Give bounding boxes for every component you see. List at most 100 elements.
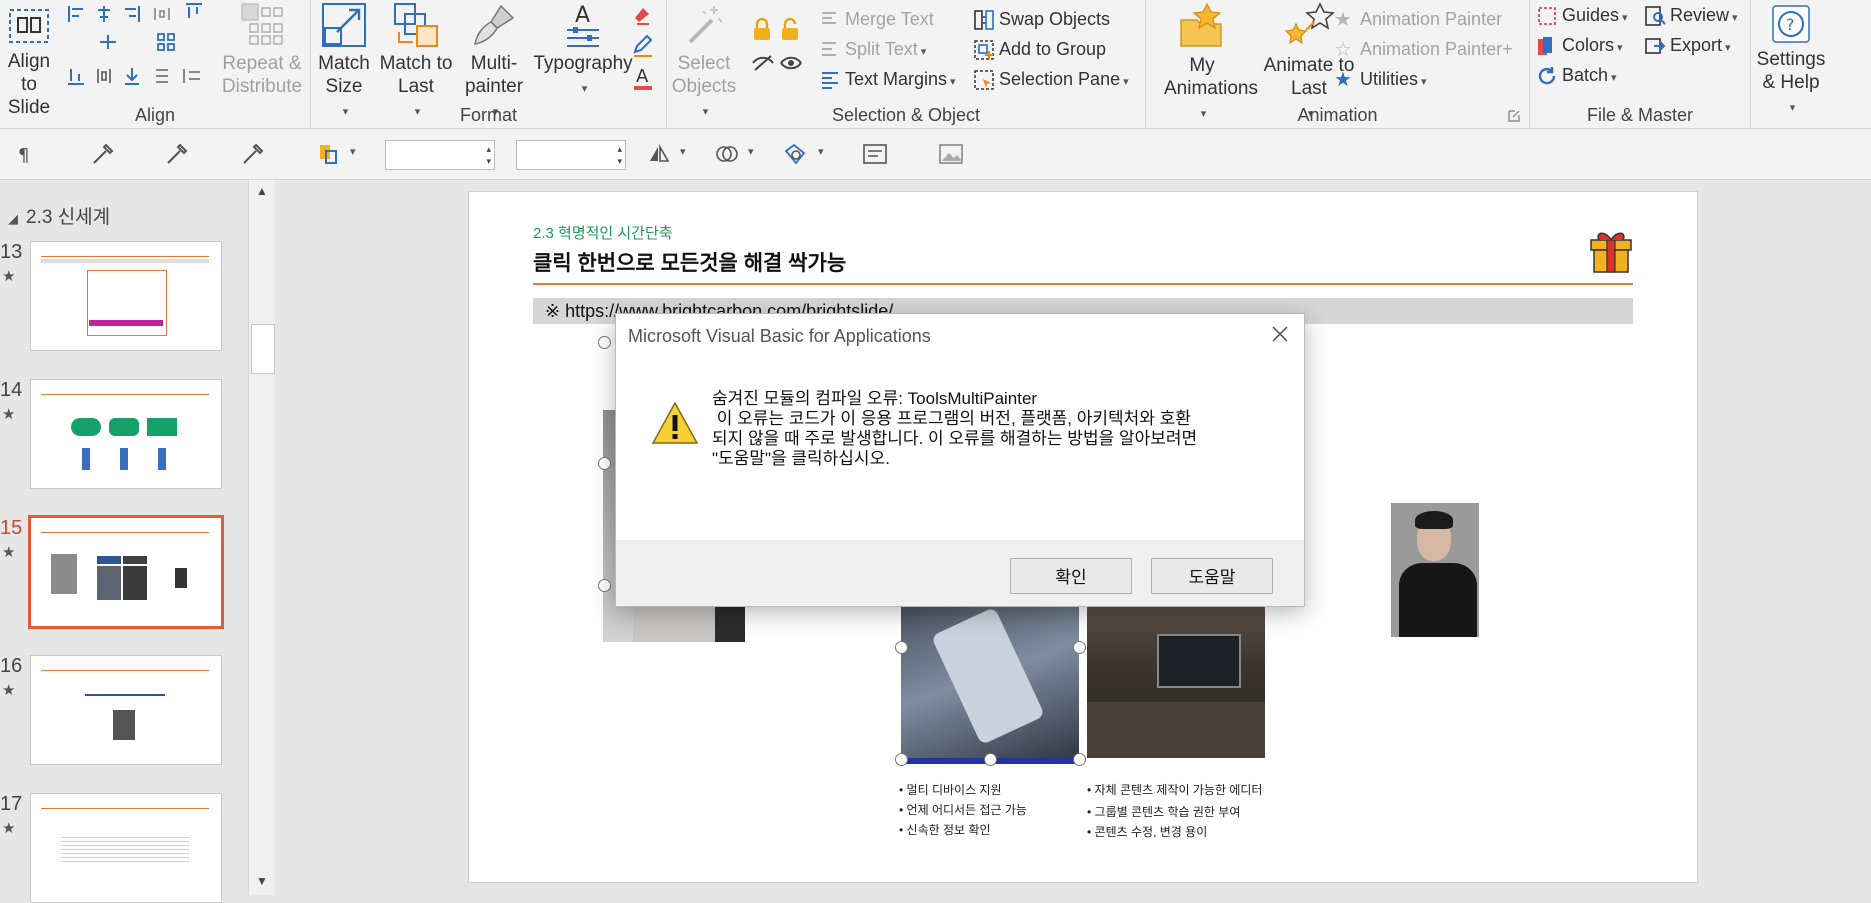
align-right-icon[interactable] (122, 4, 142, 24)
animation-painter-button[interactable]: ★ Animation Painter (1334, 6, 1502, 32)
typography-button[interactable]: A Typography ▾ (531, 2, 635, 101)
flip-caret[interactable]: ▾ (680, 145, 686, 158)
settings-help-button[interactable]: ? Settings & Help ▾ (1752, 4, 1830, 120)
bullet-list-left[interactable]: • 멀티 디바이스 지원 • 언제 어디서든 접근 가능 • 신속한 정보 확인 (899, 780, 1089, 840)
format-copy-icon[interactable] (316, 141, 342, 167)
eyedropper-icon-1[interactable] (90, 141, 116, 167)
resize-handle[interactable] (598, 579, 611, 592)
merge-text-button[interactable]: Merge Text (819, 6, 934, 32)
scroll-down-arrow[interactable]: ▼ (256, 874, 268, 888)
flip-icon[interactable] (646, 141, 672, 167)
slide-thumbnail-16[interactable]: 16 ★ (0, 655, 240, 765)
align-left-icon[interactable] (66, 4, 86, 24)
animation-painter-plus-button[interactable]: ☆ Animation Painter+ (1334, 36, 1513, 62)
ok-button[interactable]: 확인 (1010, 558, 1132, 594)
eyedropper-icon-3[interactable] (240, 141, 266, 167)
vba-error-dialog[interactable]: Microsoft Visual Basic for Applications … (615, 313, 1305, 607)
edit-pencil-icon[interactable] (631, 34, 655, 58)
resize-handle[interactable] (984, 753, 997, 766)
section-header[interactable]: ◢ 2.3 신세계 (8, 202, 110, 229)
grid-align-icon[interactable] (156, 32, 176, 52)
width-spinner[interactable]: ▴ ▾ (385, 140, 495, 170)
slide-thumbnail-13[interactable]: 13 ★ (0, 241, 240, 351)
stack-down-icon[interactable] (122, 66, 142, 86)
lock-icon[interactable] (751, 18, 773, 42)
slide-thumbnail-17[interactable]: 17 ★ (0, 793, 240, 903)
resize-handle[interactable] (1073, 753, 1086, 766)
export-button[interactable]: Export ▾ (1644, 32, 1731, 58)
bullet-list-right[interactable]: • 자체 콘텐츠 제작이 가능한 에디터 • 그룹별 콘텐츠 학습 권한 부여 … (1087, 780, 1267, 842)
laptop-desk-photo[interactable] (1087, 606, 1265, 758)
add-to-group-button[interactable]: Add to Group (973, 36, 1106, 62)
split-text-button[interactable]: Split Text ▾ (819, 36, 926, 62)
slide-thumbnail-15[interactable]: 15 ★ (0, 515, 240, 629)
eyedropper-icon-2[interactable] (164, 141, 190, 167)
person-photo-right[interactable] (1391, 503, 1479, 637)
batch-icon (1538, 67, 1556, 85)
gift-icon[interactable] (1587, 224, 1635, 274)
repeat-distribute-button[interactable]: Repeat & Distribute (214, 2, 310, 98)
swap-objects-button[interactable]: Swap Objects (973, 6, 1110, 32)
slide-title[interactable]: 클릭 한번으로 모든것을 해결 싹가능 (533, 247, 846, 277)
shape-merge-icon[interactable] (714, 141, 740, 167)
resize-handle[interactable] (598, 336, 611, 349)
width-spinner-up[interactable]: ▴ (486, 144, 491, 154)
typography-icon: A (567, 3, 599, 47)
text-margins-label: Text Margins (845, 69, 948, 89)
height-spinner-down[interactable]: ▾ (617, 156, 622, 166)
utilities-button[interactable]: ★ Utilities ▾ (1334, 66, 1427, 92)
resize-handle[interactable] (895, 641, 908, 654)
height-spinner-up[interactable]: ▴ (617, 144, 622, 154)
stack-icon[interactable] (152, 66, 172, 86)
text-margins-button[interactable]: Text Margins ▾ (819, 66, 956, 92)
section-collapse-icon[interactable]: ◢ (8, 211, 18, 226)
text-box-icon[interactable] (862, 141, 888, 167)
scrollbar-thumb[interactable] (251, 324, 275, 374)
stretch-icon[interactable] (182, 66, 202, 86)
settings-help-caret: ▾ (1789, 102, 1796, 114)
batch-button[interactable]: Batch ▾ (1536, 62, 1617, 88)
bullet-item: • 언제 어디서든 접근 가능 (899, 803, 1027, 817)
resize-handle[interactable] (895, 753, 908, 766)
paragraph-icon[interactable]: ¶ (14, 141, 40, 167)
colors-button[interactable]: Colors ▾ (1536, 32, 1623, 58)
multi-painter-label: Multi-painter (464, 53, 524, 97)
align-center-icon[interactable] (94, 4, 114, 24)
hide-icon[interactable] (751, 54, 775, 72)
scroll-up-arrow[interactable]: ▲ (256, 184, 268, 198)
shape-edit-icon[interactable] (782, 141, 808, 167)
show-icon[interactable] (779, 54, 803, 72)
slides-pane-scrollbar[interactable]: ▲ ▼ (248, 180, 275, 895)
phone-usage-photo[interactable] (901, 606, 1079, 764)
align-bottom-icon[interactable] (66, 66, 86, 86)
help-button[interactable]: 도움말 (1151, 558, 1273, 594)
selection-pane-button[interactable]: Selection Pane ▾ (973, 66, 1129, 92)
align-middle-icon[interactable] (98, 32, 118, 52)
unlock-icon[interactable] (779, 18, 801, 42)
format-painter-icon[interactable] (631, 4, 655, 28)
split-text-label: Split Text (845, 39, 918, 59)
resize-handle[interactable] (1073, 641, 1086, 654)
review-button[interactable]: Review ▾ (1644, 2, 1738, 28)
colors-label: Colors (1562, 35, 1615, 55)
space-vertical-icon[interactable] (94, 66, 114, 86)
resize-handle[interactable] (598, 457, 611, 470)
align-to-slide-button[interactable]: Align to Slide (0, 6, 58, 119)
shape-edit-caret[interactable]: ▾ (818, 145, 824, 158)
distribute-icon[interactable] (152, 4, 172, 24)
merge-text-icon (822, 12, 836, 25)
slide-thumbnail-14[interactable]: 14 ★ (0, 379, 240, 489)
font-color-icon[interactable]: A (631, 64, 655, 92)
align-top-icon[interactable] (184, 2, 204, 22)
export-icon (1645, 38, 1666, 55)
width-spinner-down[interactable]: ▾ (486, 156, 491, 166)
picture-icon[interactable] (938, 141, 964, 167)
close-icon[interactable] (1266, 320, 1294, 348)
height-spinner[interactable]: ▴ ▾ (516, 140, 626, 170)
thumb-arrow (158, 448, 166, 470)
shape-merge-caret[interactable]: ▾ (748, 145, 754, 158)
slide-subtitle[interactable]: 2.3 혁명적인 시간단축 (533, 222, 673, 243)
guides-button[interactable]: Guides ▾ (1536, 2, 1628, 28)
format-copy-caret[interactable]: ▾ (350, 145, 356, 158)
review-icon (1645, 6, 1666, 27)
